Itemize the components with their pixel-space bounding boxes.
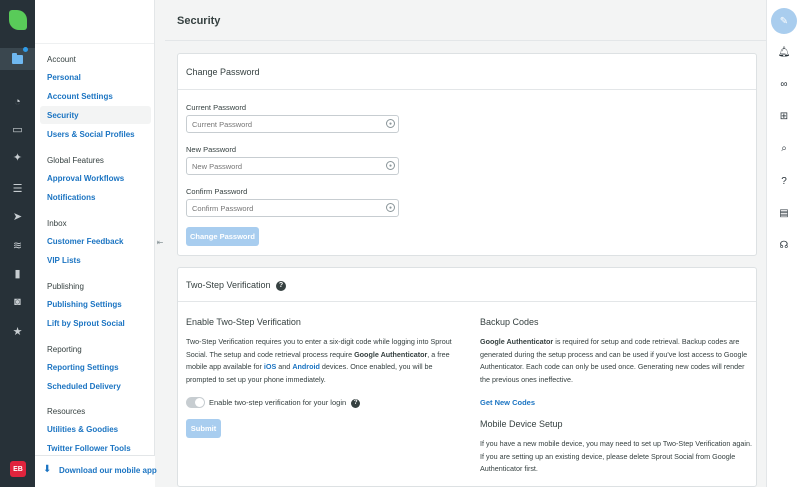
two-step-toggle-label: Enable two-step verification for your lo… (209, 398, 361, 408)
backup-codes-heading: Backup Codes (480, 317, 539, 327)
page-title: Security (177, 15, 221, 27)
avatar[interactable]: EB (10, 461, 26, 477)
confirm-password-label: Confirm Password (186, 187, 248, 196)
sprout-logo-icon[interactable] (9, 10, 27, 30)
current-password-input[interactable] (186, 115, 399, 133)
google-authenticator-text: Google Authenticator (354, 349, 428, 359)
download-mobile-app-label: Download our mobile app (59, 466, 157, 475)
two-step-heading: Two-Step Verification ? (186, 280, 287, 291)
show-password-icon[interactable]: ● (386, 203, 395, 212)
sidebar-item-personal[interactable]: Personal (47, 73, 81, 82)
two-step-heading-text: Two-Step Verification (186, 280, 271, 290)
description-text: and (276, 362, 293, 371)
notification-dot (23, 47, 28, 52)
sidebar-item-account-settings[interactable]: Account Settings (47, 92, 113, 101)
link-icon[interactable]: ∞ (767, 79, 800, 90)
section-heading-resources: Resources (47, 407, 86, 416)
bar-chart-icon[interactable]: ▮ (0, 262, 35, 284)
settings-sidebar: Account Personal Account Settings Securi… (35, 0, 157, 487)
pin-icon[interactable]: ✦ (0, 146, 35, 168)
sidebar-item-reporting-settings[interactable]: Reporting Settings (47, 363, 119, 372)
confirm-password-input[interactable] (186, 199, 399, 217)
toggle-label-text: Enable two-step verification for your lo… (209, 398, 347, 407)
download-icon: ⬇ (43, 464, 52, 475)
help-icon[interactable]: ? (276, 280, 287, 291)
card-divider (178, 301, 756, 302)
show-password-icon[interactable]: ● (386, 161, 395, 170)
two-step-verification-card: Two-Step Verification ? Enable Two-Step … (177, 267, 757, 487)
submit-button[interactable]: Submit (186, 419, 221, 438)
sidebar-item-users-social-profiles[interactable]: Users & Social Profiles (47, 130, 135, 139)
compose-icon[interactable]: ✎ (771, 8, 797, 34)
sidebar-item-customer-feedback[interactable]: Customer Feedback (47, 237, 123, 246)
enable-two-step-heading: Enable Two-Step Verification (186, 317, 301, 327)
new-password-input[interactable] (186, 157, 399, 175)
paper-plane-icon[interactable]: ➤ (0, 205, 35, 227)
help-icon[interactable]: ? (351, 398, 361, 408)
two-step-toggle[interactable] (186, 397, 205, 408)
mobile-device-setup-description: If you have a new mobile device, you may… (480, 439, 752, 473)
get-new-codes-link[interactable]: Get New Codes (480, 398, 535, 407)
header-divider (165, 40, 766, 41)
current-password-label: Current Password (186, 103, 247, 112)
download-mobile-app-link[interactable]: ⬇ Download our mobile app (35, 455, 157, 487)
sidebar-item-scheduled-delivery[interactable]: Scheduled Delivery (47, 382, 121, 391)
search-icon[interactable]: ⌕ (767, 143, 800, 154)
card-divider (178, 89, 756, 90)
change-password-heading: Change Password (186, 67, 260, 77)
enable-two-step-description: Two-Step Verification requires you to en… (186, 336, 456, 386)
sidebar-item-twitter-follower-tools[interactable]: Twitter Follower Tools (47, 444, 131, 453)
change-password-button[interactable]: Change Password (186, 227, 259, 246)
sidebar-item-notifications[interactable]: Notifications (47, 193, 95, 202)
folder-icon[interactable] (0, 48, 35, 70)
section-heading-global-features: Global Features (47, 156, 104, 165)
app-rail: ◔ ▭ ✦ ☰ ➤ ≋ ▮ ◙ ★ EB (0, 0, 35, 487)
listening-wave-icon[interactable]: ≋ (0, 234, 35, 256)
ios-link[interactable]: iOS (264, 362, 276, 371)
android-link[interactable]: Android (292, 362, 320, 371)
change-password-card: Change Password Current Password ● New P… (177, 53, 757, 256)
collapse-sidebar-icon[interactable]: ⇤ (155, 238, 165, 247)
backup-codes-description: Google Authenticator is required for set… (480, 336, 752, 386)
dashboard-icon[interactable]: ◔ (0, 91, 35, 113)
sidebar-item-security[interactable]: Security (47, 111, 79, 120)
bell-icon[interactable]: 🔔︎ (767, 47, 800, 58)
star-icon[interactable]: ★ (0, 320, 35, 342)
section-heading-reporting: Reporting (47, 345, 82, 354)
sidebar-item-utilities-goodies[interactable]: Utilities & Goodies (47, 425, 118, 434)
new-password-label: New Password (186, 145, 237, 154)
list-icon[interactable]: ☰ (0, 177, 35, 199)
section-heading-account: Account (47, 55, 76, 64)
headset-icon[interactable]: ☊ (767, 240, 800, 251)
keyboard-icon[interactable]: ▤ (767, 208, 800, 219)
inbox-icon[interactable]: ▭ (0, 118, 35, 140)
mobile-device-setup-heading: Mobile Device Setup (480, 419, 563, 429)
sidebar-item-lift-by-sprout-social[interactable]: Lift by Sprout Social (47, 319, 125, 328)
show-password-icon[interactable]: ● (386, 119, 395, 128)
sidebar-item-vip-lists[interactable]: VIP Lists (47, 256, 81, 265)
plus-square-icon[interactable]: ⊞ (767, 111, 800, 122)
section-heading-inbox: Inbox (47, 219, 67, 228)
right-toolbar: ✎ 🔔︎ ∞ ⊞ ⌕ ? ▤ ☊ (766, 0, 800, 487)
sidebar-header (35, 0, 154, 44)
sidebar-item-publishing-settings[interactable]: Publishing Settings (47, 300, 122, 309)
sidebar-item-approval-workflows[interactable]: Approval Workflows (47, 174, 124, 183)
section-heading-publishing: Publishing (47, 282, 84, 291)
help-icon[interactable]: ? (767, 176, 800, 187)
google-authenticator-text: Google Authenticator (480, 337, 554, 346)
bot-icon[interactable]: ◙ (0, 291, 35, 313)
